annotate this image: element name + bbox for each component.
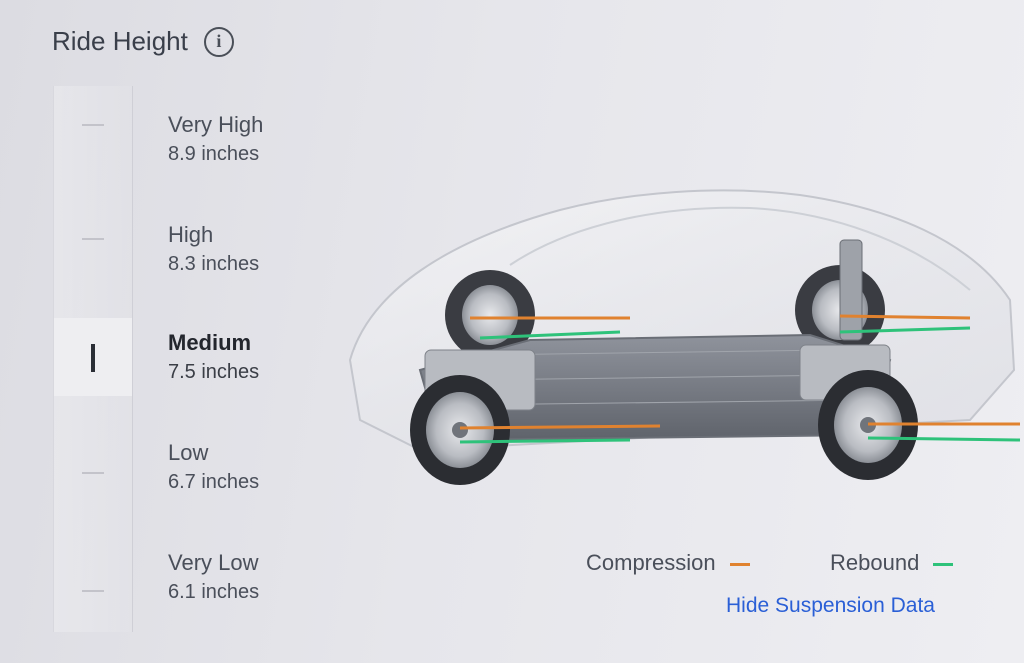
slider-stop-high[interactable] — [54, 200, 132, 278]
legend-label: Compression — [586, 550, 716, 575]
tick-mark — [82, 472, 104, 474]
level-value: 6.1 inches — [168, 581, 260, 603]
slider-thumb[interactable] — [91, 344, 95, 372]
compression-line-front-upper — [839, 314, 971, 320]
rebound-swatch — [933, 562, 954, 566]
slider-stop-very-high[interactable] — [54, 86, 132, 164]
rebound-line-front-lower — [867, 436, 1021, 442]
level-very-low[interactable]: Very Low 6.1 inches — [168, 550, 259, 604]
level-name: High — [168, 222, 214, 247]
level-name: Very Low — [168, 550, 259, 575]
level-value: 8.9 inches — [168, 143, 260, 165]
slider-stop-medium[interactable] — [54, 318, 132, 396]
level-value: 6.7 inches — [168, 471, 260, 493]
legend-rebound: Rebound — [830, 550, 954, 576]
level-value: 8.3 inches — [168, 253, 260, 275]
front-strut — [839, 239, 863, 341]
compression-swatch — [729, 562, 750, 566]
legend-label: Rebound — [830, 550, 920, 575]
legend-compression: Compression — [586, 550, 750, 576]
info-icon[interactable]: i — [203, 26, 234, 57]
rebound-line-rear-lower — [459, 438, 631, 444]
level-name: Very High — [168, 112, 264, 137]
car-chassis-illustration — [348, 189, 1021, 485]
tick-mark — [82, 238, 104, 240]
page-title: Ride Height — [52, 26, 188, 56]
hide-suspension-data-link[interactable]: Hide Suspension Data — [726, 594, 935, 618]
level-value: 7.5 inches — [168, 361, 260, 383]
level-high[interactable]: High 8.3 inches — [168, 222, 259, 276]
level-medium[interactable]: Medium 7.5 inches — [168, 330, 259, 384]
slider-stop-very-low[interactable] — [54, 552, 132, 630]
ride-height-header: Ride Height i — [52, 26, 234, 57]
level-very-high[interactable]: Very High 8.9 inches — [168, 112, 263, 166]
tick-mark — [82, 124, 104, 126]
level-low[interactable]: Low 6.7 inches — [168, 440, 259, 494]
level-name: Low — [168, 440, 209, 465]
level-name: Medium — [168, 330, 252, 355]
compression-line-rear-lower — [459, 424, 661, 430]
ride-height-slider[interactable] — [53, 86, 133, 632]
tick-mark — [82, 590, 104, 592]
slider-stop-low[interactable] — [54, 434, 132, 512]
